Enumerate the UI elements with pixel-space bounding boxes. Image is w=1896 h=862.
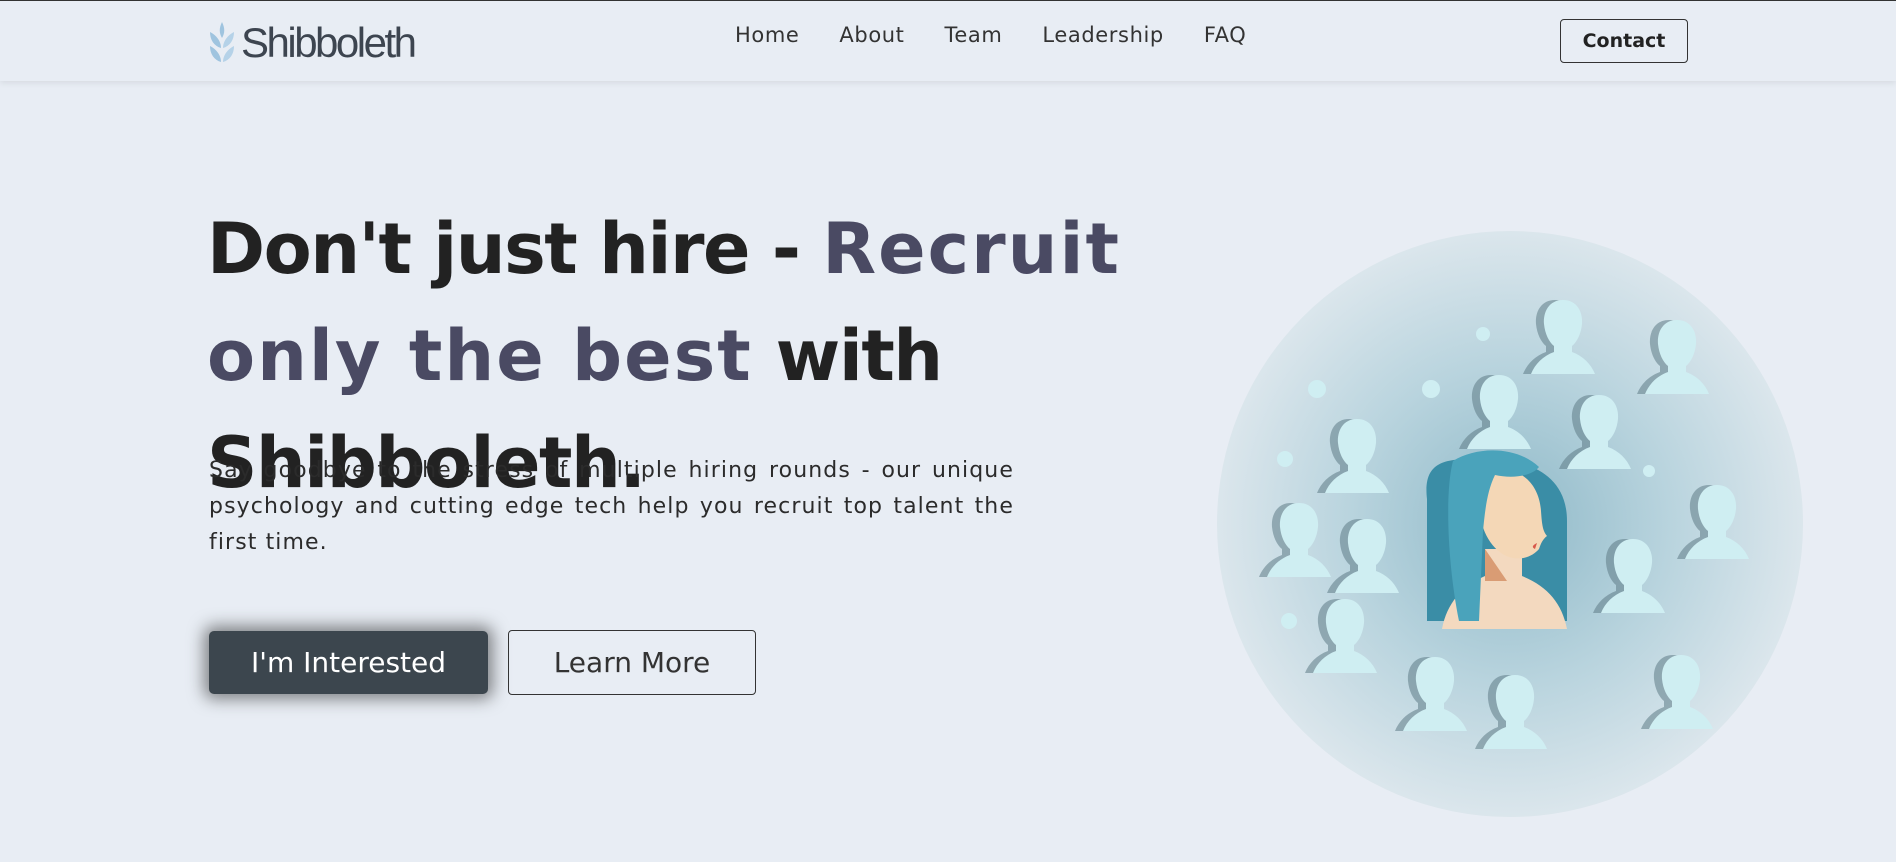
highlighted-woman bbox=[1426, 450, 1567, 629]
nav-team[interactable]: Team bbox=[945, 23, 1003, 47]
nav-leadership[interactable]: Leadership bbox=[1042, 23, 1163, 47]
nav-home[interactable]: Home bbox=[735, 23, 799, 47]
brand-logo[interactable]: Shibboleth bbox=[207, 19, 417, 67]
hero-illustration bbox=[1217, 231, 1803, 817]
contact-button[interactable]: Contact bbox=[1560, 19, 1688, 63]
brand-name: Shibboleth bbox=[241, 19, 417, 66]
wheat-icon bbox=[210, 22, 234, 62]
main-nav: Home About Team Leadership FAQ bbox=[735, 23, 1286, 47]
learn-more-button[interactable]: Learn More bbox=[508, 630, 756, 695]
hero-description: Say goodbye to the stress of multiple hi… bbox=[209, 458, 1014, 555]
site-header: Shibboleth Home About Team Leadership FA… bbox=[0, 1, 1896, 81]
nav-faq[interactable]: FAQ bbox=[1204, 23, 1246, 47]
headline-part-1: Don't just hire - bbox=[207, 208, 823, 290]
nav-about[interactable]: About bbox=[839, 23, 904, 47]
interested-button[interactable]: I'm Interested bbox=[209, 631, 488, 694]
